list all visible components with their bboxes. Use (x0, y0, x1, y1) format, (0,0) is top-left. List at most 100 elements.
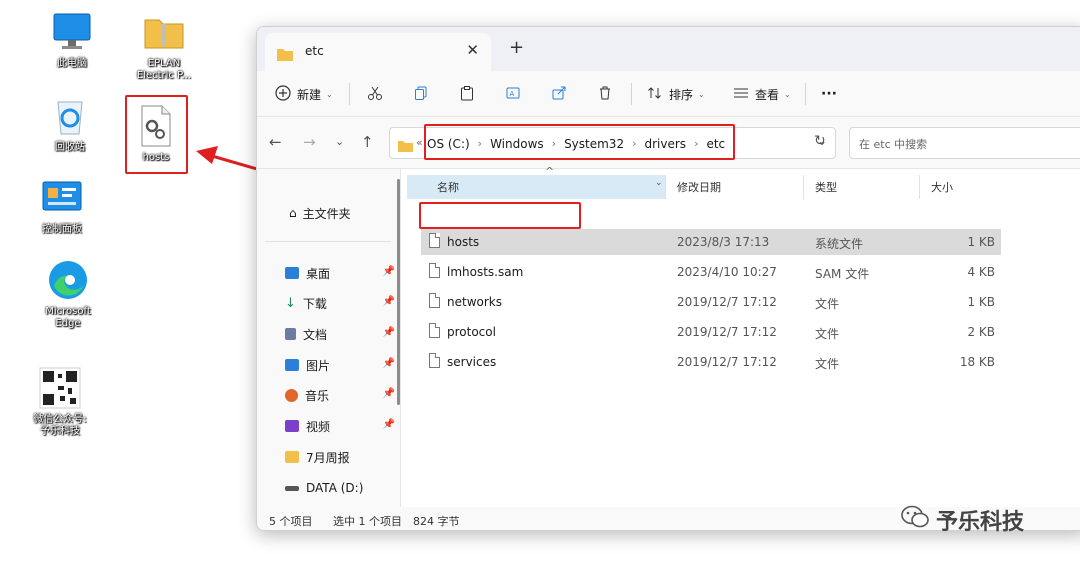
toolbar-divider (349, 83, 350, 105)
table-row[interactable]: lmhosts.sam 2023/4/10 10:27 SAM 文件 4 KB (421, 259, 1001, 285)
sidebar-item-desktop[interactable]: 桌面 📌 (285, 261, 395, 285)
delete-button[interactable] (597, 81, 613, 107)
recent-chevron-icon[interactable]: ⌄ (335, 135, 344, 148)
tab-etc[interactable]: etc ✕ (265, 33, 491, 71)
table-row[interactable]: protocol 2019/12/7 17:12 文件 2 KB (421, 319, 1001, 345)
search-input[interactable]: 在 etc 中搜索 (849, 127, 1080, 159)
clipboard-icon (459, 85, 475, 104)
pin-icon[interactable]: 📌 (383, 388, 395, 399)
back-arrow-icon[interactable]: ← (269, 133, 282, 151)
column-header-size[interactable]: 大小 (931, 175, 953, 199)
file-icon (429, 293, 440, 308)
chevron-down-icon: ⌄ (784, 89, 791, 99)
sidebar-item-weekly-report[interactable]: 7月周报 (285, 445, 395, 469)
file-type: 文件 (815, 357, 840, 371)
sidebar-item-music[interactable]: 音乐 📌 (285, 383, 395, 407)
refresh-icon[interactable]: ↻ (814, 133, 826, 149)
column-filter-chevron-icon[interactable]: ⌄ (655, 178, 663, 188)
sidebar-item-label: 文档 (303, 327, 328, 342)
sidebar-scrollbar[interactable] (397, 179, 400, 405)
sort-icon (647, 85, 663, 104)
sidebar-item-pictures[interactable]: 图片 📌 (285, 353, 395, 377)
address-overflow-icon[interactable]: « (416, 136, 423, 149)
cut-button[interactable] (367, 81, 383, 107)
sidebar-item-downloads[interactable]: ↓ 下载 📌 (285, 291, 395, 315)
sort-ascending-icon: ^ (545, 165, 555, 178)
file-size: 2 KB (967, 325, 995, 339)
new-button[interactable]: 新建 ⌄ (275, 81, 333, 107)
file-size: 18 KB (959, 355, 995, 369)
annotation-box-hosts-row (419, 202, 581, 229)
scissors-icon (367, 85, 383, 104)
status-item-count: 5 个项目 (269, 515, 313, 528)
share-icon (551, 85, 567, 104)
file-type: 文件 (815, 297, 840, 311)
folder-icon (277, 46, 293, 65)
command-bar: 新建 ⌄ A 排序 ⌄ 查看 ⌄ ··· (257, 71, 1080, 117)
sidebar-item-label: 视频 (306, 419, 331, 434)
share-button[interactable] (551, 81, 567, 107)
rename-icon: A (505, 85, 521, 104)
drive-icon (285, 485, 299, 491)
copy-button[interactable] (413, 81, 429, 107)
pin-icon[interactable]: 📌 (383, 266, 395, 277)
sort-button-label: 排序 (669, 87, 694, 102)
view-button-label: 查看 (755, 87, 780, 102)
document-icon (285, 328, 296, 340)
table-row[interactable]: hosts 2023/8/3 17:13 系统文件 1 KB (421, 229, 1001, 255)
file-type: SAM 文件 (815, 267, 870, 281)
sort-button[interactable]: 排序 ⌄ (647, 81, 705, 107)
up-arrow-icon[interactable]: ↑ (361, 133, 374, 151)
forward-arrow-icon[interactable]: → (303, 133, 316, 151)
more-icon: ··· (821, 86, 837, 102)
column-divider (803, 175, 804, 199)
table-row[interactable]: networks 2019/12/7 17:12 文件 1 KB (421, 289, 1001, 315)
table-row[interactable]: services 2019/12/7 17:12 文件 18 KB (421, 349, 1001, 375)
column-header-type[interactable]: 类型 (815, 175, 837, 199)
pin-icon[interactable]: 📌 (383, 296, 395, 307)
view-button[interactable]: 查看 ⌄ (733, 81, 791, 107)
file-date: 2023/8/3 17:13 (677, 235, 770, 249)
pin-icon[interactable]: 📌 (383, 419, 395, 430)
trash-icon (597, 85, 613, 104)
picture-icon (285, 359, 299, 371)
file-icon (429, 263, 440, 278)
status-size: 824 字节 (413, 515, 460, 528)
tab-title: etc (305, 44, 324, 58)
file-date: 2019/12/7 17:12 (677, 325, 777, 339)
system-file-icon (429, 233, 440, 248)
file-explorer-window: etc ✕ + 新建 ⌄ A 排序 ⌄ 查看 ⌄ ··· ← → ⌄ ↑ « ⌄… (256, 26, 1080, 531)
more-options-button[interactable]: ··· (821, 81, 837, 107)
music-icon (285, 388, 298, 402)
sidebar-item-home[interactable]: ⌂ 主文件夹 (289, 201, 399, 225)
file-type: 系统文件 (815, 237, 864, 251)
paste-button[interactable] (459, 81, 475, 107)
new-tab-button[interactable]: + (509, 37, 524, 58)
rename-button[interactable]: A (505, 81, 521, 107)
file-size: 1 KB (967, 295, 995, 309)
close-tab-icon[interactable]: ✕ (466, 41, 479, 59)
column-header-date[interactable]: 修改日期 (677, 175, 721, 199)
column-header-name[interactable]: 名称 (437, 175, 459, 199)
column-header-label: 修改日期 (677, 181, 721, 194)
sidebar-item-label: 图片 (306, 358, 331, 373)
pin-icon[interactable]: 📌 (383, 327, 395, 338)
chevron-down-icon: ⌄ (698, 89, 705, 99)
sidebar-item-data-drive[interactable]: DATA (D:) (285, 476, 395, 500)
column-header-label: 类型 (815, 181, 837, 194)
sidebar-item-videos[interactable]: 视频 📌 (285, 414, 395, 438)
wechat-icon (900, 504, 930, 536)
tab-bar: etc ✕ + (257, 27, 1080, 71)
pin-icon[interactable]: 📌 (383, 358, 395, 369)
column-divider (919, 175, 920, 199)
sidebar-item-documents[interactable]: 文档 📌 (285, 322, 395, 346)
file-icon (429, 353, 440, 368)
home-icon: ⌂ (289, 206, 297, 220)
file-date: 2019/12/7 17:12 (677, 355, 777, 369)
file-size: 4 KB (967, 265, 995, 279)
search-placeholder: 在 etc 中搜索 (859, 138, 928, 151)
file-name: protocol (447, 325, 496, 339)
file-name: lmhosts.sam (447, 265, 524, 279)
file-icon (429, 323, 440, 338)
plus-circle-icon (275, 84, 291, 104)
